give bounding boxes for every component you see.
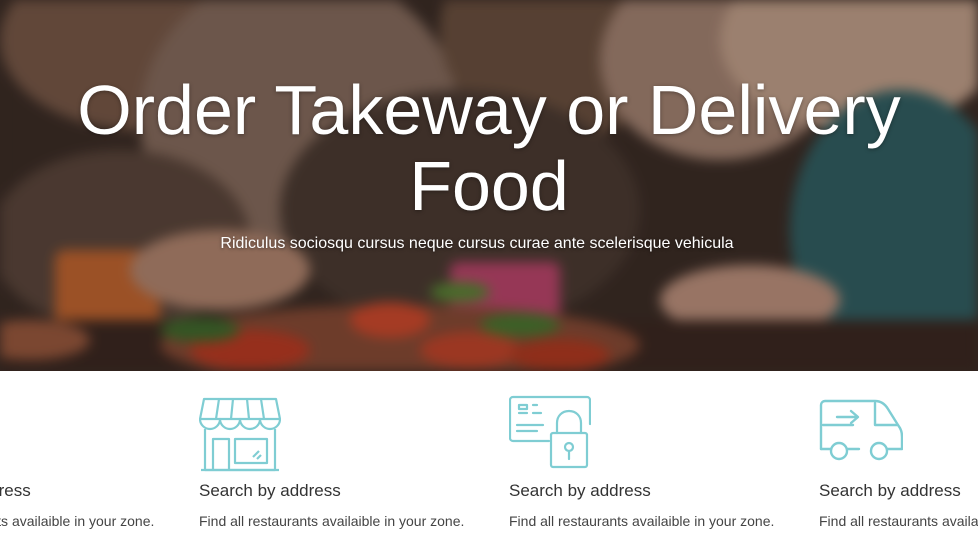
feature-card-search: Search by address Find all restaurants a…: [0, 371, 179, 544]
feature-text: Find all restaurants availaible in your …: [509, 513, 775, 529]
page-title: Order Takeway or Delivery Food: [77, 71, 901, 225]
feature-text: Find all restaurants availaible in your …: [199, 513, 465, 529]
hero-banner: Order Takeway or Delivery Food Ridiculus…: [0, 0, 978, 371]
feature-card-store: Search by address Find all restaurants a…: [199, 371, 489, 544]
feature-title: Search by address: [509, 481, 651, 500]
feature-text: Find all restaurants availaible in your …: [0, 513, 155, 529]
hero-subtitle: Ridiculus sociosqu cursus neque cursus c…: [220, 235, 734, 252]
feature-title: Search by address: [0, 481, 31, 500]
feature-card-payment: Search by address Find all restaurants a…: [509, 371, 799, 544]
store-icon: [199, 397, 281, 472]
feature-text: Find all restaurants availaible in your …: [819, 513, 978, 529]
feature-title: Search by address: [199, 481, 341, 500]
feature-title: Search by address: [819, 481, 961, 500]
delivery-van-icon: [819, 399, 903, 461]
features-section: Search by address Find all restaurants a…: [0, 371, 978, 544]
secure-card-icon: [509, 395, 591, 469]
feature-card-delivery: Search by address Find all restaurants a…: [819, 371, 978, 544]
